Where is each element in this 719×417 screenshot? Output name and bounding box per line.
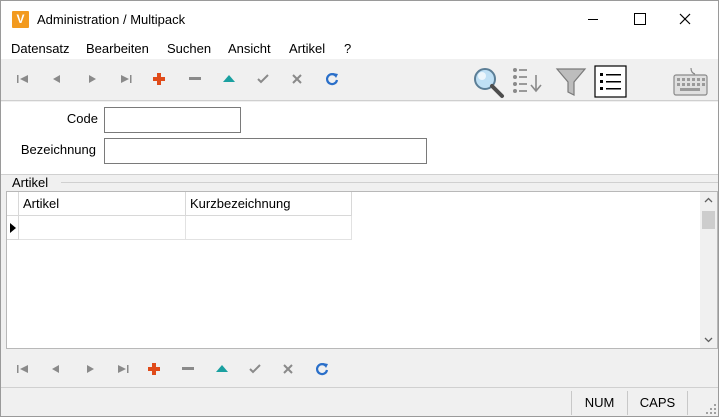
caps-lock-indicator: CAPS xyxy=(627,391,687,415)
grid-last-button[interactable] xyxy=(112,358,134,380)
list-view-icon xyxy=(594,65,627,98)
filter-tool-button[interactable] xyxy=(554,65,588,97)
group-divider xyxy=(1,174,718,175)
form-area: Code Bezeichnung xyxy=(1,102,718,174)
status-message-pane xyxy=(1,391,571,415)
filter-funnel-icon xyxy=(555,68,587,96)
next-record-button[interactable] xyxy=(81,68,103,90)
post-button[interactable] xyxy=(218,68,240,90)
grid-toolbar xyxy=(1,350,718,388)
artikel-group-title: Artikel xyxy=(12,175,53,190)
menu-suchen[interactable]: Suchen xyxy=(167,41,211,56)
add-record-icon xyxy=(148,363,160,375)
scroll-thumb[interactable] xyxy=(702,211,715,229)
num-lock-indicator: NUM xyxy=(571,391,627,415)
first-record-button[interactable] xyxy=(12,68,34,90)
menu-datensatz[interactable]: Datensatz xyxy=(11,41,70,56)
column-header-kurzbezeichnung[interactable]: Kurzbezeichnung xyxy=(186,192,352,216)
grid-next-button[interactable] xyxy=(79,358,101,380)
title-bar: V Administration / Multipack xyxy=(1,1,718,37)
grid-first-button[interactable] xyxy=(12,358,34,380)
prev-record-icon xyxy=(53,75,60,83)
check-icon xyxy=(249,364,261,374)
refresh-icon xyxy=(315,363,329,376)
up-triangle-icon xyxy=(216,365,228,372)
cancel-button[interactable] xyxy=(286,68,308,90)
next-record-icon xyxy=(87,365,94,373)
close-icon xyxy=(679,13,691,25)
delete-record-icon xyxy=(189,77,201,80)
first-record-icon xyxy=(17,75,28,83)
menu-help[interactable]: ? xyxy=(344,41,351,56)
minimize-button[interactable] xyxy=(570,1,616,37)
last-record-icon xyxy=(118,365,129,373)
window-title: Administration / Multipack xyxy=(37,12,186,27)
refresh-icon xyxy=(325,73,339,86)
grid-vertical-scrollbar[interactable] xyxy=(700,192,717,348)
grid-confirm-button[interactable] xyxy=(244,358,266,380)
grid-post-button[interactable] xyxy=(211,358,233,380)
grid-header-corner xyxy=(7,192,19,216)
list-view-button[interactable] xyxy=(594,65,628,98)
up-triangle-icon xyxy=(223,75,235,82)
check-icon xyxy=(257,74,269,84)
keyboard-button[interactable] xyxy=(673,65,708,97)
status-bar: NUM CAPS xyxy=(1,389,718,416)
magnifier-icon xyxy=(474,68,504,98)
bezeichnung-field[interactable] xyxy=(104,138,427,164)
grid-prev-button[interactable] xyxy=(45,358,67,380)
app-icon: V xyxy=(12,11,29,28)
confirm-button[interactable] xyxy=(252,68,274,90)
sort-list-icon xyxy=(513,68,542,93)
code-field[interactable] xyxy=(104,107,241,133)
code-label: Code xyxy=(66,111,98,126)
current-row-arrow-icon xyxy=(10,223,16,233)
grid-add-button[interactable] xyxy=(143,358,165,380)
maximize-button[interactable] xyxy=(616,1,662,37)
menu-ansicht[interactable]: Ansicht xyxy=(228,41,271,56)
keyboard-icon xyxy=(673,67,708,96)
menu-bar: Datensatz Bearbeiten Suchen Ansicht Arti… xyxy=(1,37,718,59)
sort-tool-button[interactable] xyxy=(511,65,545,97)
main-window: V Administration / Multipack Datensatz B… xyxy=(0,0,719,417)
next-record-icon xyxy=(89,75,96,83)
group-border xyxy=(61,182,718,183)
refresh-button[interactable] xyxy=(321,68,343,90)
first-record-icon xyxy=(17,365,28,373)
cancel-x-icon xyxy=(292,74,302,84)
close-button[interactable] xyxy=(662,1,708,37)
menu-bearbeiten[interactable]: Bearbeiten xyxy=(86,41,149,56)
last-record-icon xyxy=(121,75,132,83)
grid-cell-kurzbezeichnung[interactable] xyxy=(186,216,352,240)
column-header-artikel[interactable]: Artikel xyxy=(19,192,186,216)
prev-record-button[interactable] xyxy=(46,68,68,90)
menu-artikel[interactable]: Artikel xyxy=(289,41,325,56)
scroll-down-icon[interactable] xyxy=(700,331,717,348)
add-record-icon xyxy=(153,73,165,85)
prev-record-icon xyxy=(52,365,59,373)
bezeichnung-label: Bezeichnung xyxy=(20,142,96,157)
grid-refresh-button[interactable] xyxy=(311,358,333,380)
grid-cancel-button[interactable] xyxy=(277,358,299,380)
add-record-button[interactable] xyxy=(148,68,170,90)
grid-cell-artikel[interactable] xyxy=(19,216,186,240)
search-tool-button[interactable] xyxy=(471,65,505,98)
delete-record-button[interactable] xyxy=(184,68,206,90)
resize-grip-icon[interactable] xyxy=(706,404,716,414)
row-indicator[interactable] xyxy=(7,216,19,240)
artikel-grid[interactable]: Artikel Kurzbezeichnung xyxy=(6,191,718,349)
scroll-up-icon[interactable] xyxy=(700,192,717,209)
delete-record-icon xyxy=(182,367,194,370)
last-record-button[interactable] xyxy=(115,68,137,90)
cancel-x-icon xyxy=(283,364,293,374)
grid-delete-button[interactable] xyxy=(177,358,199,380)
